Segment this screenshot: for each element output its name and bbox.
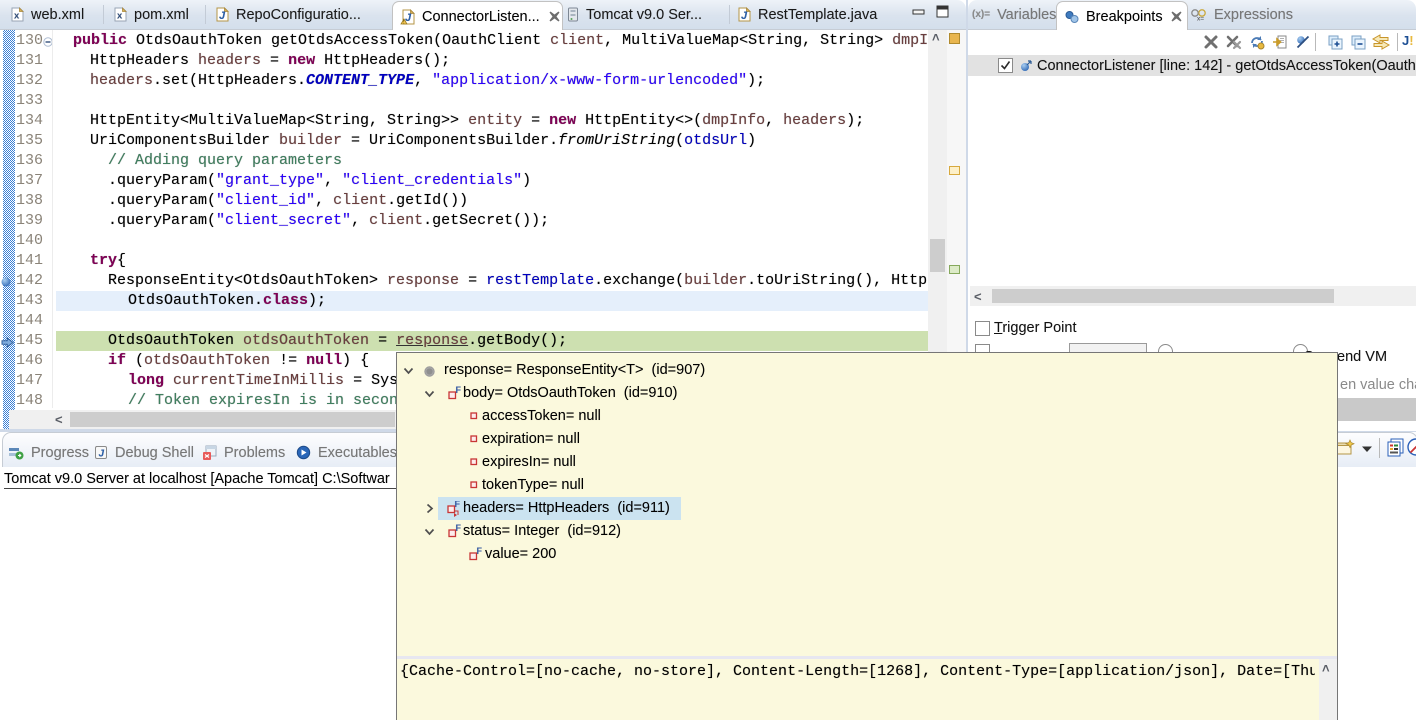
svg-text:J: J — [741, 10, 748, 22]
svg-text:F: F — [456, 386, 462, 395]
svg-text:x: x — [117, 11, 123, 22]
svg-text:!: ! — [403, 19, 404, 25]
svg-text:F: F — [455, 501, 461, 509]
svg-text:F: F — [456, 524, 462, 533]
svg-text:J: J — [219, 10, 226, 22]
svg-text:J: J — [99, 449, 105, 460]
svg-text:x=: x= — [1197, 16, 1204, 22]
svg-text:x: x — [14, 11, 20, 22]
svg-text:F: F — [477, 547, 483, 556]
